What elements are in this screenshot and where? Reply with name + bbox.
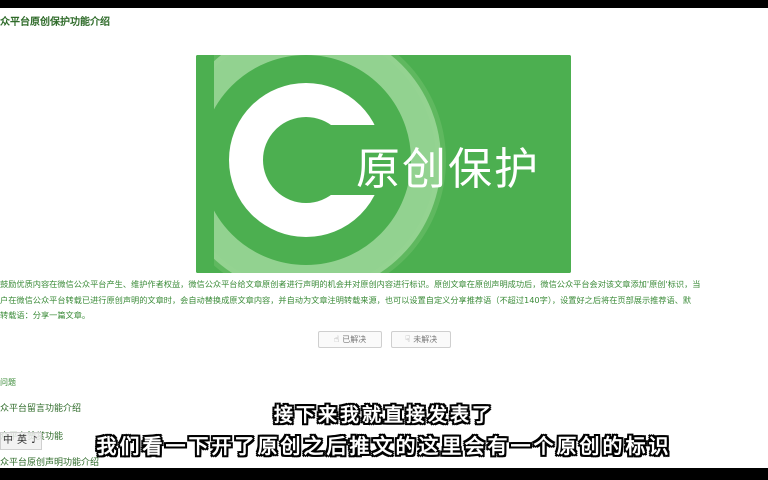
letterbox-bottom <box>0 468 768 480</box>
unsolved-label: 未解决 <box>413 335 438 344</box>
solved-label: 已解决 <box>342 335 367 344</box>
video-frame: 众平台原创保护功能介绍 原创保护 鼓励优质内容在微信公众平台产生、维护作者权益，… <box>0 0 768 480</box>
article-title: 众平台原创保护功能介绍 <box>0 17 110 28</box>
thumbs-down-icon: ☟ <box>404 334 411 345</box>
article-body-line: 转载语：分享一篇文章。 <box>0 310 91 320</box>
solved-button[interactable]: ☝ 已解决 <box>318 331 382 348</box>
article-banner-image: 原创保护 <box>196 55 571 273</box>
subtitle-line-2: 我们看一下开了原创之后推文的这里会有一个原创的标识 <box>96 434 672 458</box>
article-body-line: 户在微信公众平台转载已进行原创声明的文章时，会自动替换成原文章内容，并自动为文章… <box>0 294 692 305</box>
banner-title: 原创保护 <box>356 144 540 195</box>
letterbox-top <box>0 0 768 8</box>
related-questions-heading: 问题 <box>0 378 16 387</box>
unsolved-button[interactable]: ☟ 未解决 <box>391 331 451 348</box>
thumbs-up-icon: ☝ <box>333 334 340 345</box>
article-body-line: 鼓励优质内容在微信公众平台产生、维护作者权益，微信公众平台给文章原创者进行声明的… <box>0 279 701 289</box>
subtitle-line-1: 接下来我就直接发表了 <box>273 404 494 426</box>
help-article-page: 众平台原创保护功能介绍 原创保护 鼓励优质内容在微信公众平台产生、维护作者权益，… <box>0 8 768 468</box>
article-body: 鼓励优质内容在微信公众平台产生、维护作者权益，微信公众平台给文章原创者进行声明的… <box>0 277 768 324</box>
